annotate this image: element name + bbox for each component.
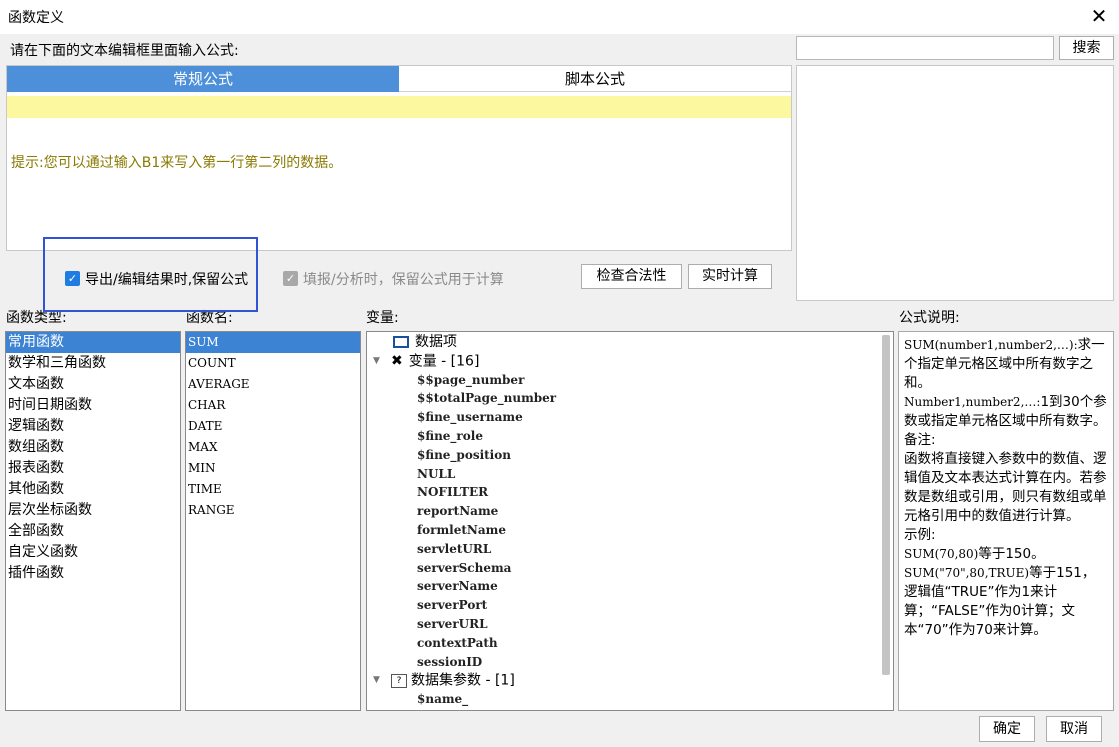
realtime-calc-button[interactable]: 实时计算 [688, 264, 772, 289]
check-validity-button[interactable]: 检查合法性 [581, 264, 682, 289]
func-name-item[interactable]: DATE [186, 416, 360, 437]
search-button[interactable]: 搜索 [1059, 36, 1114, 60]
desc-example-2-code: SUM("70",80,TRUE) [904, 566, 1030, 580]
func-type-list[interactable]: 常用函数 数学和三角函数 文本函数 时间日期函数 逻辑函数 数组函数 报表函数 … [5, 331, 181, 711]
formula-description-panel: SUM(number1,number2,…):求一个指定单元格区域中所有数字之和… [898, 331, 1114, 711]
func-type-item[interactable]: 自定义函数 [6, 542, 180, 563]
desc-note-heading: 备注: [904, 432, 936, 448]
variable-item[interactable]: $fine_username [367, 408, 893, 427]
tree-node-dataset-params[interactable]: ▼? 数据集参数 - [1] [367, 671, 893, 690]
func-type-item[interactable]: 全部函数 [6, 521, 180, 542]
formula-desc-heading: 公式说明: [899, 310, 960, 326]
dataset-param-item[interactable]: $name_ [367, 690, 893, 709]
variable-item[interactable]: $fine_role [367, 427, 893, 446]
func-name-item[interactable]: SUM [186, 332, 360, 353]
variable-item[interactable]: $$totalPage_number [367, 389, 893, 408]
func-name-item[interactable]: AVERAGE [186, 374, 360, 395]
func-type-item[interactable]: 插件函数 [6, 563, 180, 584]
func-type-item[interactable]: 文本函数 [6, 374, 180, 395]
window-title: 函数定义 [8, 10, 64, 26]
variable-item[interactable]: serverName [367, 577, 893, 596]
desc-note: 函数将直接键入参数中的数值、逻辑值及文本表达式计算在内。若参数是数组或引用，则只… [904, 451, 1107, 524]
tree-node-label: 数据集参数 - [1] [411, 672, 515, 689]
func-type-item[interactable]: 层次坐标函数 [6, 500, 180, 521]
variable-item[interactable]: serverURL [367, 615, 893, 634]
desc-example-1-code: SUM(70,80) [904, 547, 979, 561]
keep-formula-fill-checkbox[interactable]: ✓ [283, 271, 298, 286]
search-results-panel[interactable] [796, 65, 1114, 301]
close-icon[interactable]: ✕ [1087, 2, 1111, 30]
variables-scrollbar[interactable] [882, 335, 890, 675]
collapse-arrow-icon: ▼ [373, 675, 380, 686]
variable-item[interactable]: $fine_position [367, 446, 893, 465]
tree-node-data-item[interactable]: 数据项 [367, 333, 893, 352]
func-type-item[interactable]: 数组函数 [6, 437, 180, 458]
keep-formula-fill-label: 填报/分析时，保留公式用于计算 [303, 272, 504, 288]
variable-item[interactable]: serverPort [367, 596, 893, 615]
variable-item[interactable]: serverSchema [367, 559, 893, 578]
desc-example-1-text: 等于150。 [978, 546, 1045, 562]
func-type-item[interactable]: 时间日期函数 [6, 395, 180, 416]
variable-item[interactable]: sessionID [367, 653, 893, 672]
variable-item[interactable]: formletName [367, 521, 893, 540]
formula-editor[interactable]: 常规公式 脚本公式 提示:您可以通过输入B1来写入第一行第二列的数据。 [6, 65, 792, 251]
collapse-arrow-icon: ▼ [373, 355, 380, 366]
variable-item[interactable]: servletURL [367, 540, 893, 559]
cancel-button[interactable]: 取消 [1046, 716, 1102, 742]
func-name-item[interactable]: TIME [186, 479, 360, 500]
func-name-item[interactable]: RANGE [186, 500, 360, 521]
dataset-param-icon: ? [391, 673, 407, 688]
variables-tree[interactable]: 数据项 ▼ ✖ 变量 - [16] $$page_number $$totalPag… [366, 331, 894, 711]
func-name-item[interactable]: CHAR [186, 395, 360, 416]
variables-heading: 变量: [366, 310, 399, 326]
desc-syntax: SUM(number1,number2,…): [904, 338, 1078, 352]
func-type-item[interactable]: 常用函数 [6, 332, 180, 353]
current-line-highlight [7, 96, 791, 118]
tab-script-formula[interactable]: 脚本公式 [399, 66, 791, 92]
editor-hint: 提示:您可以通过输入B1来写入第一行第二列的数据。 [11, 155, 343, 171]
ok-button[interactable]: 确定 [979, 716, 1035, 742]
variable-item[interactable]: reportName [367, 502, 893, 521]
tree-node-label: 变量 - [16] [408, 353, 480, 370]
tab-normal-formula[interactable]: 常规公式 [7, 66, 399, 92]
highlight-rectangle [43, 237, 258, 312]
func-name-item[interactable]: MAX [186, 437, 360, 458]
func-type-item[interactable]: 其他函数 [6, 479, 180, 500]
func-name-item[interactable]: MIN [186, 458, 360, 479]
variable-item[interactable]: NOFILTER [367, 483, 893, 502]
desc-example-heading: 示例: [904, 527, 936, 543]
editor-prompt: 请在下面的文本编辑框里面输入公式: [10, 43, 239, 59]
func-name-list[interactable]: SUM COUNT AVERAGE CHAR DATE MAX MIN TIME… [185, 331, 361, 711]
variable-item[interactable]: $$page_number [367, 371, 893, 390]
variable-icon: ✖ [391, 352, 403, 369]
search-input[interactable] [796, 36, 1054, 60]
func-name-item[interactable]: COUNT [186, 353, 360, 374]
variable-item[interactable]: contextPath [367, 634, 893, 653]
desc-params: Number1,number2,…: [904, 395, 1041, 409]
title-bar [0, 0, 1119, 34]
variable-item[interactable]: NULL [367, 465, 893, 484]
tree-node-variables[interactable]: ▼ ✖ 变量 - [16] [367, 352, 893, 371]
data-item-icon [393, 336, 409, 348]
tree-node-label: 数据项 [415, 334, 457, 350]
func-type-item[interactable]: 逻辑函数 [6, 416, 180, 437]
func-type-item[interactable]: 数学和三角函数 [6, 353, 180, 374]
func-type-item[interactable]: 报表函数 [6, 458, 180, 479]
